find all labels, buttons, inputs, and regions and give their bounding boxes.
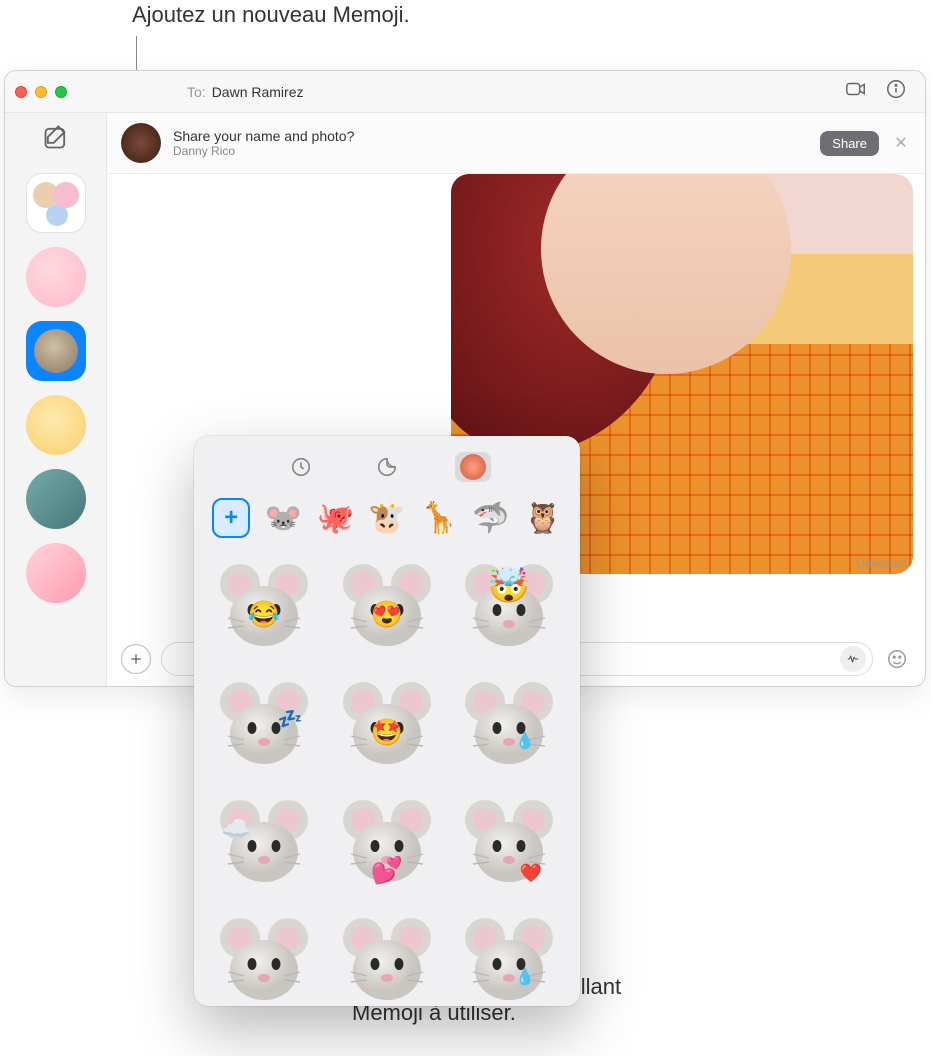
- memoji-char-cow[interactable]: 🐮: [368, 498, 406, 538]
- memoji-char-owl[interactable]: 🦉: [524, 498, 562, 538]
- svg-text:😍: 😍: [370, 599, 402, 629]
- svg-text:💕: 💕: [370, 855, 402, 885]
- memoji-char-shark[interactable]: 🦈: [472, 498, 510, 538]
- conversation-contact-6[interactable]: [26, 543, 86, 603]
- titlebar: To: Dawn Ramirez: [5, 71, 925, 113]
- memoji-character-row: + 🐭 🐙 🐮 🦒 🦈 🦉: [208, 492, 566, 552]
- svg-text:☁️: ☁️: [221, 815, 251, 842]
- memoji-sticker-mouse-shy-heart[interactable]: ❤️: [459, 794, 559, 894]
- toolbar-icons: [845, 78, 907, 105]
- conversation-contact-4[interactable]: [26, 395, 86, 455]
- add-memoji-button[interactable]: +: [212, 498, 250, 538]
- conversation-contact-selected[interactable]: [26, 321, 86, 381]
- close-window-button[interactable]: [15, 86, 27, 98]
- memoji-sticker-mouse-kiss-hearts[interactable]: 💕: [337, 794, 437, 894]
- apps-button[interactable]: [121, 644, 151, 674]
- banner-avatar: [121, 123, 161, 163]
- memoji-sticker-mouse-sleeping[interactable]: 💤: [214, 676, 314, 776]
- memoji-tab-icon: [460, 454, 486, 480]
- memoji-char-mouse[interactable]: 🐭: [264, 498, 302, 538]
- memoji-popover: + 🐭 🐙 🐮 🦒 🦈 🦉 😂: [194, 436, 580, 1006]
- conversations-sidebar: [5, 113, 107, 686]
- callout-add-memoji: Ajoutez un nouveau Memoji.: [132, 2, 410, 28]
- conversation-group[interactable]: [26, 173, 86, 233]
- memoji-char-giraffe[interactable]: 🦒: [420, 498, 458, 538]
- memoji-sticker-mouse-angry[interactable]: [337, 912, 437, 1006]
- memoji-sticker-mouse-sweat[interactable]: 💧: [459, 912, 559, 1006]
- memoji-sticker-mouse-star-eyes[interactable]: 🤩: [337, 676, 437, 776]
- to-field: To: Dawn Ramirez: [187, 84, 845, 100]
- fullscreen-window-button[interactable]: [55, 86, 67, 98]
- info-icon[interactable]: [885, 78, 907, 105]
- svg-text:💧: 💧: [515, 967, 535, 986]
- banner-subtitle: Danny Rico: [173, 144, 808, 158]
- compose-button[interactable]: [42, 123, 70, 151]
- svg-text:🤩: 🤩: [370, 717, 402, 747]
- svg-text:❤️: ❤️: [520, 863, 543, 883]
- banner-text: Share your name and photo? Danny Rico: [173, 128, 808, 158]
- minimize-window-button[interactable]: [35, 86, 47, 98]
- memoji-sticker-mouse-laugh-cry[interactable]: 😂: [214, 558, 314, 658]
- to-label: To:: [187, 84, 206, 100]
- memoji-char-octopus[interactable]: 🐙: [316, 498, 354, 538]
- emoji-picker-button[interactable]: [883, 645, 911, 673]
- share-button[interactable]: Share: [820, 131, 879, 156]
- svg-text:💤: 💤: [278, 708, 303, 730]
- svg-text:😂: 😂: [248, 599, 280, 629]
- stickers-tab[interactable]: [369, 452, 405, 482]
- window-controls: [15, 86, 67, 98]
- svg-text:🤯: 🤯: [488, 566, 530, 605]
- dismiss-banner-button[interactable]: ✕: [891, 133, 911, 153]
- recipient-name[interactable]: Dawn Ramirez: [212, 84, 304, 100]
- conversation-contact-5[interactable]: [26, 469, 86, 529]
- svg-text:💧: 💧: [515, 731, 535, 750]
- memoji-tab[interactable]: [455, 452, 491, 482]
- memoji-sticker-mouse-mind-blown[interactable]: 🤯: [459, 558, 559, 658]
- memoji-sticker-mouse-cloud[interactable]: ☁️: [214, 794, 314, 894]
- memoji-sticker-grid: 😂 😍: [208, 552, 566, 1006]
- conversation-contact-2[interactable]: [26, 247, 86, 307]
- facetime-icon[interactable]: [845, 78, 867, 105]
- memoji-sticker-mouse-worried[interactable]: [214, 912, 314, 1006]
- recents-tab[interactable]: [283, 452, 319, 482]
- banner-title: Share your name and photo?: [173, 128, 808, 144]
- share-name-banner: Share your name and photo? Danny Rico Sh…: [107, 113, 925, 174]
- delivered-label: Delivered: [856, 556, 907, 570]
- memoji-sticker-mouse-heart-eyes[interactable]: 😍: [337, 558, 437, 658]
- memoji-sticker-mouse-tear[interactable]: 💧: [459, 676, 559, 776]
- audio-message-button[interactable]: [840, 646, 866, 672]
- popover-tabs: [208, 446, 566, 492]
